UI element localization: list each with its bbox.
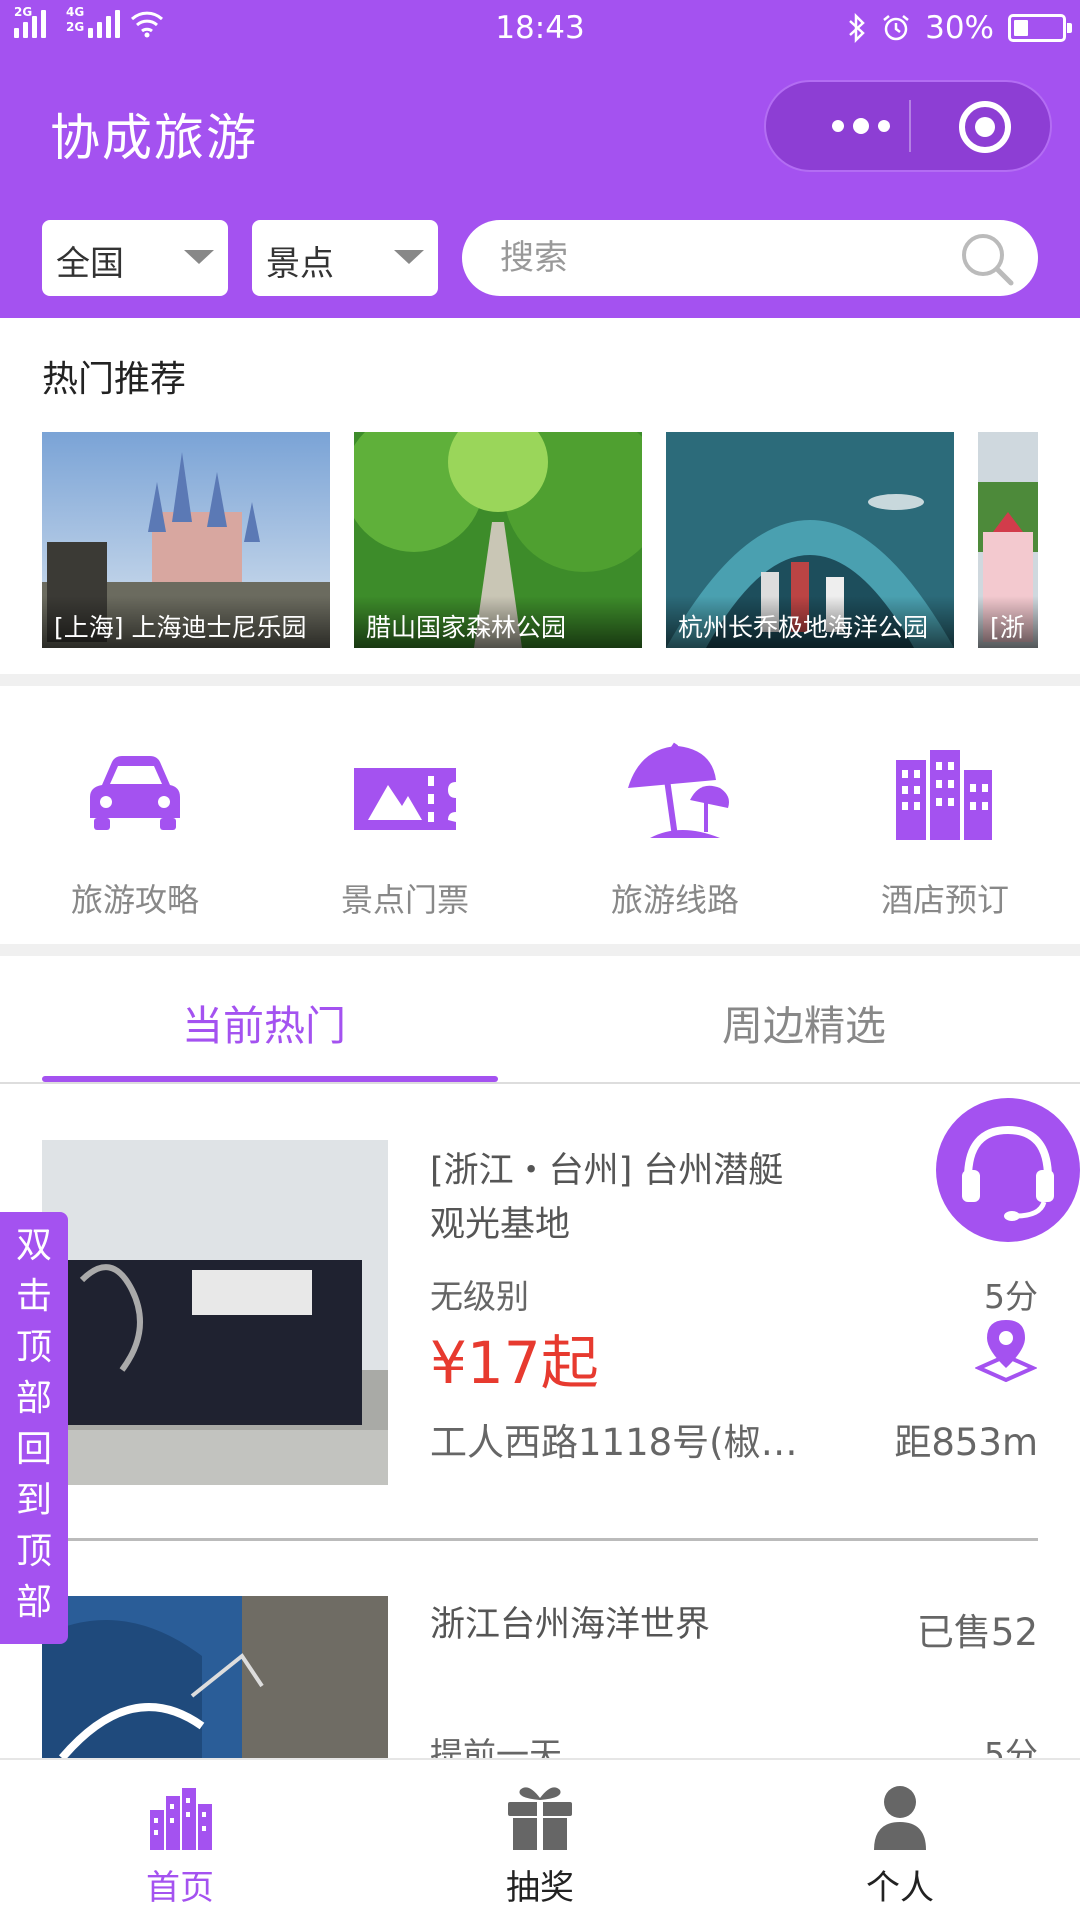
category-travel-routes[interactable]: 旅游线路 (580, 740, 760, 920)
list-item-title-cont[interactable]: 观光基地 (430, 1188, 570, 1262)
category-hotel-booking[interactable]: 酒店预订 (850, 740, 1030, 920)
close-mini-program-button[interactable] (959, 101, 1011, 153)
list-item-thumbnail[interactable] (42, 1596, 388, 1758)
headset-icon (962, 1125, 1054, 1221)
location-pin-icon (975, 1320, 1037, 1382)
app-screen: 2G 4G 2G 18:43 30% 协成旅游 全国 景点 搜索 热门推荐 [上… (0, 0, 1080, 1920)
tab-divider (0, 1082, 1080, 1084)
list-item-thumbnail[interactable] (42, 1140, 388, 1485)
hot-card-caption: 腊山国家森林公园 (354, 596, 642, 648)
category-attraction-tickets[interactable]: 景点门票 (310, 740, 490, 920)
beach-umbrella-icon (628, 742, 729, 838)
list-item-grade: 无级别 (430, 1277, 529, 1316)
car-icon (90, 756, 180, 830)
section-divider (0, 674, 1080, 686)
hot-card-caption: [上海] 上海迪士尼乐园 (42, 596, 330, 648)
customer-service-button[interactable] (936, 1098, 1080, 1242)
section-divider (0, 944, 1080, 956)
list-item-distance: 距853m (894, 1421, 1038, 1464)
person-icon (874, 1786, 926, 1850)
hot-card[interactable]: 腊山国家森林公园 (354, 432, 642, 648)
hot-carousel[interactable]: [上海] 上海迪士尼乐园 腊山国家森林公园 杭州长乔极地海洋公园 [浙 (42, 432, 1038, 648)
alarm-icon (883, 15, 909, 41)
gift-icon (508, 1787, 572, 1850)
more-menu-button[interactable] (806, 82, 916, 170)
chevron-down-icon (394, 250, 424, 264)
back-to-top-button[interactable]: 双击顶部回到顶部 (0, 1212, 68, 1644)
hot-card-caption: [浙 (978, 596, 1038, 648)
list-item-price: ¥17起 (430, 1329, 599, 1397)
app-title: 协成旅游 (50, 109, 258, 167)
search-box (462, 220, 1038, 296)
mini-program-capsule (764, 80, 1052, 172)
hotel-building-icon (896, 750, 992, 840)
chevron-down-icon (184, 250, 214, 264)
list-item-title[interactable]: 浙江台州海洋世界 (430, 1588, 710, 1662)
region-select[interactable]: 全国 (42, 220, 228, 296)
bluetooth-icon (849, 13, 865, 43)
submarine-base-image (42, 1140, 388, 1485)
hot-card-caption: 杭州长乔极地海洋公园 (666, 596, 954, 648)
bottom-tab-bar: 首页 抽奖 个人 (0, 1758, 1080, 1920)
search-input[interactable] (500, 230, 930, 286)
header-bar: 2G 4G 2G 18:43 30% 协成旅游 全国 景点 搜索 (0, 0, 1080, 318)
type-select[interactable]: 景点 (252, 220, 438, 296)
search-icon[interactable] (958, 230, 1016, 288)
nav-profile[interactable]: 个人 (800, 1760, 1000, 1920)
ticket-icon (354, 768, 456, 830)
hot-card[interactable]: 杭州长乔极地海洋公园 (666, 432, 954, 648)
tab-current-hot[interactable]: 当前热门 (182, 992, 346, 1052)
status-bar: 2G 4G 2G 18:43 30% (0, 0, 1080, 58)
nav-home[interactable]: 首页 (80, 1760, 280, 1920)
battery-icon (1008, 14, 1072, 42)
battery-percent: 30% (925, 10, 994, 46)
hot-section-title: 热门推荐 (42, 359, 187, 400)
category-travel-guide[interactable]: 旅游攻略 (40, 740, 220, 920)
tab-nearby-picks[interactable]: 周边精选 (722, 992, 886, 1052)
ocean-world-image (42, 1596, 388, 1758)
list-item-address: 工人西路1118号(椒… (430, 1421, 798, 1464)
list-item-score: 5分 (984, 1277, 1038, 1316)
home-buildings-icon (150, 1788, 212, 1850)
list-divider (42, 1538, 1038, 1541)
list-item-sold-count: 已售52 (916, 1611, 1038, 1654)
nav-lottery[interactable]: 抽奖 (440, 1760, 640, 1920)
hot-card[interactable]: [上海] 上海迪士尼乐园 (42, 432, 330, 648)
hot-card[interactable]: [浙 (978, 432, 1038, 648)
